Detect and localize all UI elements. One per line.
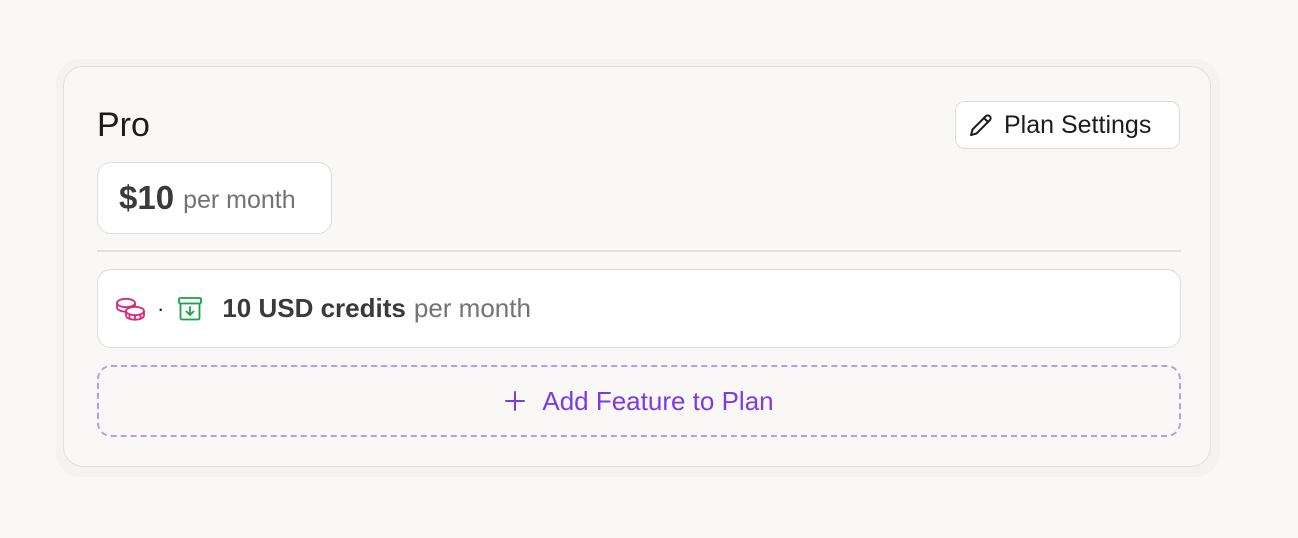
divider bbox=[97, 250, 1181, 252]
feature-label: 10 USD credits bbox=[222, 293, 406, 323]
plan-settings-label: Plan Settings bbox=[1004, 110, 1152, 139]
coins-icon bbox=[115, 296, 147, 322]
price-badge: $10 per month bbox=[97, 162, 332, 234]
plan-title: Pro bbox=[97, 106, 150, 144]
plus-icon bbox=[504, 390, 526, 412]
add-feature-button[interactable]: Add Feature to Plan bbox=[97, 365, 1181, 437]
price-amount: $10 bbox=[119, 179, 175, 216]
feature-item[interactable]: · 10 USD credits per month bbox=[97, 269, 1181, 348]
price-period: per month bbox=[183, 185, 296, 214]
plan-card: Pro Plan Settings $10 per month · 10 USD… bbox=[63, 66, 1211, 467]
plan-settings-button[interactable]: Plan Settings bbox=[955, 101, 1180, 149]
add-feature-label: Add Feature to Plan bbox=[542, 385, 774, 416]
feature-period: per month bbox=[413, 293, 531, 323]
archive-download-icon bbox=[177, 296, 203, 322]
pencil-icon bbox=[969, 113, 993, 137]
feature-separator: · bbox=[157, 295, 165, 321]
